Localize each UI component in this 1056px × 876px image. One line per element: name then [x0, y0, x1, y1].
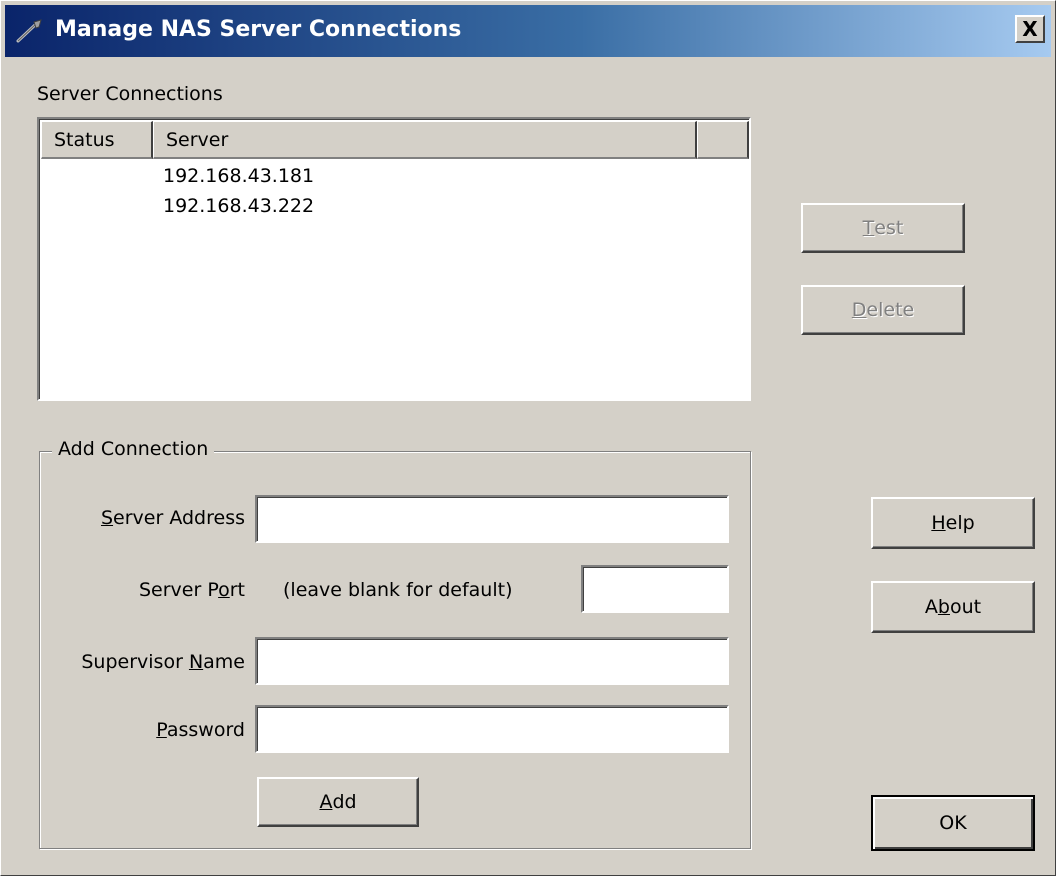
- column-header-status[interactable]: Status: [41, 121, 153, 159]
- server-port-input[interactable]: [581, 565, 729, 613]
- list-item[interactable]: 192.168.43.222: [163, 191, 314, 221]
- server-address-cell: 192.168.43.222: [163, 195, 315, 217]
- add-button[interactable]: Add: [257, 777, 419, 827]
- dialog-window: Manage NAS Server Connections X Server C…: [0, 0, 1056, 876]
- delete-button[interactable]: Delete: [801, 285, 965, 335]
- wrench-icon: [16, 19, 42, 43]
- server-port-label: Server Port: [138, 579, 245, 601]
- about-button[interactable]: Ab out: [871, 581, 1035, 633]
- supervisor-name-label: Supervisor Name: [81, 651, 245, 673]
- server-address-input[interactable]: [255, 495, 729, 543]
- list-header: Status Server: [41, 121, 749, 159]
- window-title: Manage NAS Server Connections: [55, 17, 462, 42]
- ok-button[interactable]: OK: [871, 795, 1035, 851]
- server-address-label: Server Address: [100, 507, 245, 529]
- list-item[interactable]: 192.168.43.181: [163, 161, 314, 191]
- password-input[interactable]: [255, 705, 729, 753]
- server-connections-list[interactable]: Status Server 192.168.43.181 192.168.43.…: [37, 117, 751, 401]
- server-connections-label: Server Connections: [37, 83, 223, 105]
- column-header-server[interactable]: Server: [153, 121, 697, 159]
- supervisor-name-input[interactable]: [255, 637, 729, 685]
- add-connection-title: Add Connection: [52, 438, 215, 460]
- close-button[interactable]: X: [1015, 15, 1045, 43]
- column-header-extra[interactable]: [697, 121, 749, 159]
- server-address-cell: 192.168.43.181: [163, 165, 315, 187]
- test-button[interactable]: Test: [801, 203, 965, 253]
- help-button[interactable]: Help: [871, 497, 1035, 549]
- title-bar[interactable]: Manage NAS Server Connections X: [5, 5, 1051, 57]
- close-icon: X: [1022, 17, 1038, 41]
- server-port-hint: (leave blank for default): [283, 579, 513, 601]
- password-label: Password: [156, 719, 245, 741]
